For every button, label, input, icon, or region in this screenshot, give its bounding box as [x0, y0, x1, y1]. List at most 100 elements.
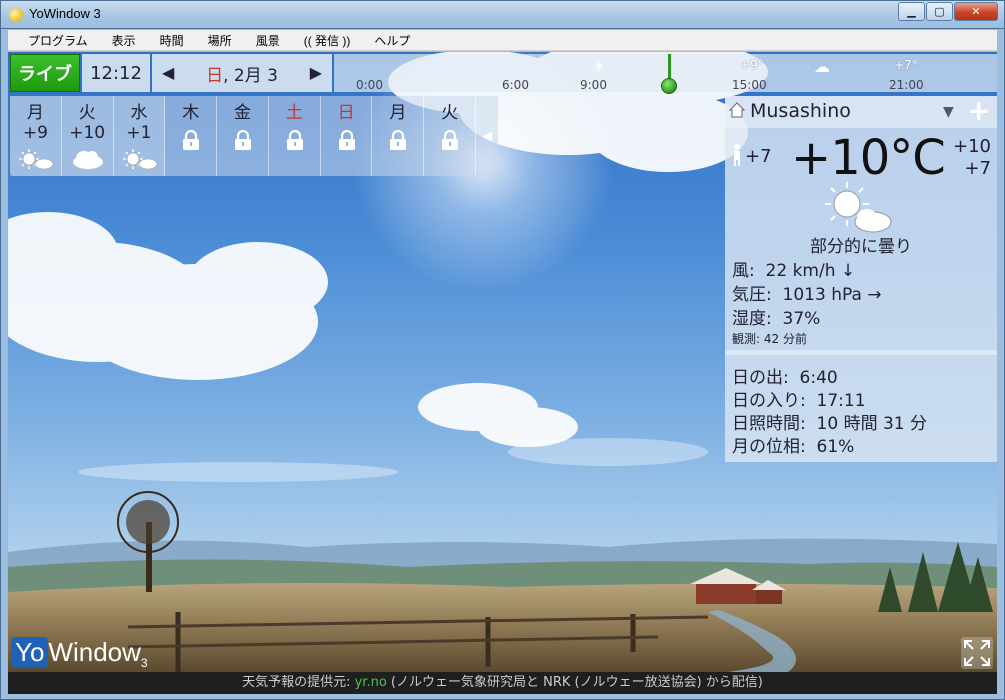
forecast-day[interactable]: 火 [424, 96, 477, 176]
daylight-row: 日照時間: 10 時間 31 分 [732, 409, 927, 434]
close-button[interactable]: ✕ [954, 2, 998, 21]
timeline-label: 0:00 [356, 78, 383, 92]
yr-no-link[interactable]: yr.no [355, 675, 387, 690]
forecast-day[interactable]: 月 +9 [10, 96, 62, 176]
menu-view[interactable]: 表示 [100, 32, 148, 49]
forecast-day[interactable]: 木 [165, 96, 218, 176]
menu-broadcast[interactable]: (( 発信 )) [292, 32, 363, 49]
person-icon [734, 144, 740, 166]
timeline-label: 15:00 [732, 78, 767, 92]
live-button[interactable]: ライブ [10, 54, 80, 92]
logo-window: Window [48, 637, 141, 667]
home-icon[interactable] [729, 102, 745, 118]
location-name[interactable]: Musashino [750, 100, 851, 122]
lock-icon [442, 130, 459, 150]
partly-cloudy-icon [19, 149, 54, 170]
sunset-value: 17:11 [816, 391, 866, 411]
weather-scene: ライブ 12:12 ◀ 日, 2月 3 ▶ 0:00 6:00 9:00 15:… [8, 52, 997, 672]
day-name: 月 [26, 103, 44, 123]
forecast-day[interactable]: 水 +1 [113, 96, 166, 176]
forecast-day[interactable]: 土 [269, 96, 321, 176]
day-name: 月 [389, 103, 407, 123]
humidity-row: 湿度: 37% [732, 304, 820, 329]
date-month-day: , 2月 3 [223, 65, 278, 86]
logo-version: 3 [140, 656, 148, 671]
condition-text: 部分的に曇り [810, 237, 912, 257]
day-name: 木 [182, 103, 200, 123]
wind-row: 風: 22 km/h ↓ [732, 256, 855, 281]
daylight-label: 日照時間: [732, 414, 806, 434]
daylight-value: 10 時間 31 分 [816, 414, 928, 434]
menu-program[interactable]: プログラム [8, 32, 100, 49]
wind-value: 22 km/h ↓ [765, 261, 856, 281]
forecast-day[interactable]: 月 [372, 96, 425, 176]
partly-cloudy-icon [122, 149, 157, 170]
day-name: 日 [337, 103, 355, 123]
fullscreen-icon[interactable] [961, 637, 993, 669]
date-day-of-week: 日 [206, 65, 224, 86]
day-name: 金 [234, 103, 252, 123]
next-day-icon[interactable]: ▶ [310, 63, 322, 82]
current-temperature: +10°C [791, 130, 946, 186]
timeline-label: 21:00 [889, 78, 924, 92]
timeline-slider[interactable]: 0:00 6:00 9:00 15:00 21:00 ☀ +9° ☁ +7° [334, 54, 997, 94]
lock-icon [338, 130, 355, 150]
timeline-label: 6:00 [502, 78, 529, 92]
footer-prefix: 天気予報の提供元: [242, 675, 355, 690]
menu-time[interactable]: 時間 [148, 32, 196, 49]
title-bar: YoWindow 3 ▁ ▢ ✕ [0, 0, 1005, 28]
moon-value: 61% [816, 437, 855, 457]
timeline-handle[interactable] [661, 78, 677, 94]
humidity-label: 湿度: [732, 309, 772, 329]
sunrise-row: 日の出: 6:40 [732, 363, 838, 388]
footer-credit: 天気予報の提供元: yr.no (ノルウェー気象研究局と NRK (ノルウェー放… [8, 672, 997, 694]
menu-help[interactable]: ヘルプ [362, 32, 422, 49]
sun-moon-info: 日の出: 6:40 日の入り: 17:11 日照時間: 10 時間 31 分 月… [725, 355, 997, 462]
moon-row: 月の位相: 61% [732, 432, 854, 457]
timeline-temp: +9° [740, 58, 764, 72]
cloud-icon [72, 151, 103, 169]
add-location-icon[interactable]: + [967, 96, 990, 126]
feels-like-temp: +7 [745, 146, 772, 167]
maximize-button[interactable]: ▢ [926, 2, 953, 21]
forecast-day[interactable]: 金 [217, 96, 269, 176]
forecast-days: 月 +9 火 +10 水 +1 木金土日月火 ◀ [10, 96, 498, 176]
sunset-row: 日の入り: 17:11 [732, 386, 866, 411]
lock-icon [390, 130, 407, 150]
date-label: 日, 2月 3 [206, 61, 278, 86]
timeline-partly-cloudy-icon: ☀ [592, 57, 607, 76]
humidity-value: 37% [782, 309, 821, 329]
pressure-label: 気圧: [732, 285, 772, 305]
forecast-day[interactable]: 日 [321, 96, 373, 176]
partly-cloudy-icon [825, 182, 892, 233]
low-temp: +7 [964, 158, 991, 179]
forecast-day[interactable]: 火 +10 [61, 96, 114, 176]
sunset-label: 日の入り: [732, 391, 806, 411]
pressure-row: 気圧: 1013 hPa → [732, 280, 882, 305]
day-name: 火 [441, 103, 459, 123]
menu-location[interactable]: 場所 [196, 32, 244, 49]
lock-icon [286, 130, 303, 150]
menu-landscape[interactable]: 風景 [244, 32, 292, 49]
high-temp: +10 [953, 136, 991, 157]
location-dropdown-icon[interactable]: ▼ [943, 104, 954, 120]
day-temp: +10 [69, 123, 106, 143]
minimize-button[interactable]: ▁ [898, 2, 925, 21]
logo-yo: Yo [11, 637, 49, 667]
current-conditions: +7 +10°C +10 +7 部分的に曇り 風: 22 km/h ↓ 気圧: … [725, 128, 997, 350]
timeline-cloud-icon: ☁ [814, 57, 830, 76]
location-bar: Musashino ▼ + [725, 96, 997, 128]
window-title: YoWindow 3 [29, 6, 101, 21]
timeline-temp: +7° [894, 58, 918, 72]
previous-day-icon[interactable]: ◀ [162, 63, 174, 82]
observed-time: 観測: 42 分前 [732, 332, 807, 346]
moon-label: 月の位相: [732, 437, 806, 457]
collapse-days-icon[interactable]: ◀ [476, 96, 498, 176]
current-time[interactable]: 12:12 [82, 54, 150, 92]
day-temp: +9 [22, 123, 48, 143]
yowindow-logo[interactable]: Yo Window3 [11, 637, 148, 670]
day-name: 土 [285, 103, 303, 123]
sunrise-label: 日の出: [732, 368, 789, 388]
top-bar: ライブ 12:12 ◀ 日, 2月 3 ▶ 0:00 6:00 9:00 15:… [8, 52, 997, 94]
window-controls: ▁ ▢ ✕ [898, 2, 998, 21]
